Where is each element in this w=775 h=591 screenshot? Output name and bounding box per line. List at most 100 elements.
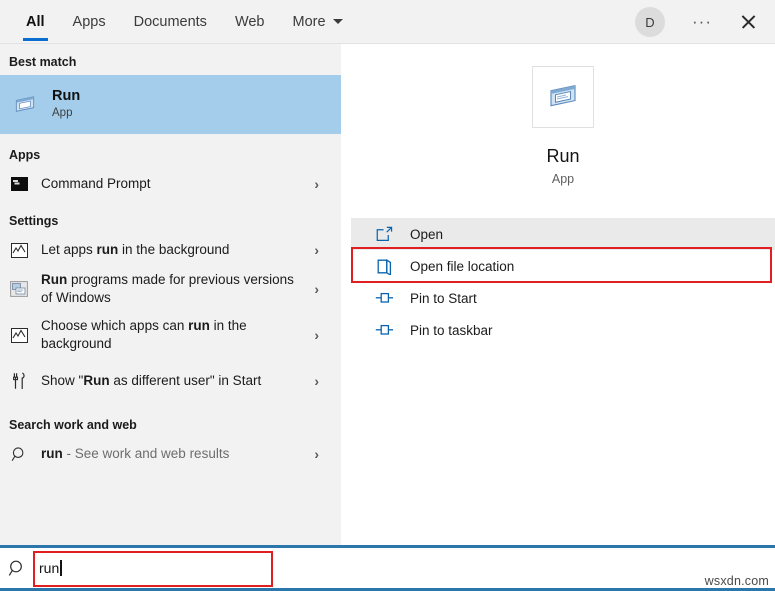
run-app-icon: [532, 66, 594, 128]
results-group-header: Apps: [0, 142, 341, 168]
taskbar-search-field[interactable]: run: [0, 548, 775, 588]
tab-label: Apps: [73, 14, 106, 30]
app-preview-card: Run App: [351, 44, 775, 186]
tab-all[interactable]: All: [12, 0, 59, 44]
background-apps-icon: [11, 328, 28, 343]
tab-web[interactable]: Web: [221, 0, 279, 44]
result-row-icon: [9, 444, 29, 464]
result-row-label-part: programs made for previous versions of W…: [41, 272, 294, 305]
action-label: Open file location: [410, 259, 514, 274]
result-row[interactable]: run - See work and web results ›: [0, 438, 341, 470]
result-row-label-part: in the background: [118, 242, 229, 257]
tab-label: All: [26, 14, 45, 30]
chevron-right-icon[interactable]: ›: [314, 281, 319, 297]
result-row-icon: [9, 371, 29, 391]
result-row-label-part: run: [97, 242, 119, 257]
taskbar-search-bar: run: [0, 545, 775, 591]
result-row-label: Command Prompt: [41, 175, 151, 193]
action-open-file-location[interactable]: Open file location: [351, 250, 775, 282]
filter-tabs: All Apps Documents Web More: [0, 0, 357, 44]
search-icon: [0, 548, 34, 588]
action-pin-to-start[interactable]: Pin to Start: [351, 282, 775, 314]
folder-icon: [377, 258, 392, 275]
overflow-menu-icon[interactable]: ···: [681, 0, 723, 44]
result-row[interactable]: Show "Run as different user" in Start ›: [0, 358, 341, 404]
background-apps-icon: [11, 243, 28, 258]
results-group-header: Best match: [0, 49, 341, 75]
action-label: Open: [410, 227, 443, 242]
result-row-label-part: Run: [83, 373, 109, 388]
result-row[interactable]: Choose which apps can run in the backgro…: [0, 312, 341, 358]
run-app-icon: [12, 92, 38, 118]
tab-more[interactable]: More: [279, 0, 357, 44]
result-row-label-part: run: [41, 446, 63, 461]
result-row-icon: [9, 240, 29, 260]
result-row-label-part: Let apps: [41, 242, 97, 257]
result-row-label-part: Show ": [41, 373, 83, 388]
results-group-header: Search work and web: [0, 412, 341, 438]
action-icon: [374, 320, 394, 340]
result-row-icon: [9, 174, 29, 194]
compatibility-icon: [10, 281, 28, 297]
tab-label: Web: [235, 14, 265, 30]
tab-label: Documents: [134, 14, 207, 30]
best-match-title: Run: [52, 87, 80, 105]
chevron-down-icon: [333, 19, 343, 24]
action-pin-to-taskbar[interactable]: Pin to taskbar: [351, 314, 775, 346]
tab-label: More: [293, 14, 326, 30]
result-row-label-part: as different user" in Start: [110, 373, 262, 388]
app-preview-kind: App: [552, 172, 574, 186]
app-preview-pane: Run App Open Open file location Pin to Sta…: [351, 44, 775, 545]
result-row-label-part: Run: [41, 272, 67, 287]
best-match-text: RunApp: [52, 87, 80, 122]
command-prompt-icon: [11, 177, 28, 191]
app-preview-name: Run: [546, 146, 579, 167]
best-match-icon: [8, 88, 42, 122]
result-row-label: Show "Run as different user" in Start: [41, 372, 261, 390]
result-row-label: Choose which apps can run in the backgro…: [41, 317, 307, 353]
result-row[interactable]: Let apps run in the background ›: [0, 234, 341, 266]
best-match-row-run[interactable]: RunApp: [0, 75, 341, 134]
result-row-label: Run programs made for previous versions …: [41, 271, 307, 307]
pin-icon: [375, 291, 394, 305]
result-row-label: run - See work and web results: [41, 445, 229, 463]
action-icon: [374, 256, 394, 276]
search-results-pane: Best matchRunAppAppsCommand Prompt›Setti…: [0, 44, 341, 545]
watermark: wsxdn.com: [705, 574, 769, 588]
app-actions-list: Open Open file location Pin to Start Pin to…: [351, 218, 775, 346]
best-match-subtitle: App: [52, 105, 80, 122]
result-row[interactable]: Command Prompt ›: [0, 168, 341, 200]
close-icon[interactable]: [725, 0, 771, 44]
result-row-label-part: Choose which apps can: [41, 318, 188, 333]
search-icon: [11, 446, 28, 463]
top-right-controls: D ···: [635, 0, 775, 44]
result-row[interactable]: Run programs made for previous versions …: [0, 266, 341, 312]
search-results-list: Best matchRunAppAppsCommand Prompt›Setti…: [0, 49, 341, 470]
action-label: Pin to taskbar: [410, 323, 493, 338]
pane-gutter: [341, 44, 351, 545]
chevron-right-icon[interactable]: ›: [314, 327, 319, 343]
results-group-header: Settings: [0, 208, 341, 234]
chevron-right-icon[interactable]: ›: [314, 446, 319, 462]
result-row-label-part: Command Prompt: [41, 176, 151, 191]
pin-icon: [375, 323, 394, 337]
avatar[interactable]: D: [635, 7, 665, 37]
windows-search-overlay: All Apps Documents Web More D ··· Best match…: [0, 0, 775, 591]
text-cursor: [60, 560, 61, 576]
tab-apps[interactable]: Apps: [59, 0, 120, 44]
search-input[interactable]: run: [34, 560, 62, 576]
open-external-icon: [376, 226, 393, 242]
search-input-value: run: [39, 560, 59, 576]
chevron-right-icon[interactable]: ›: [314, 242, 319, 258]
action-label: Pin to Start: [410, 291, 477, 306]
tools-icon: [11, 372, 27, 390]
search-filter-tabbar: All Apps Documents Web More D ···: [0, 0, 775, 44]
result-row-icon: [9, 325, 29, 345]
chevron-right-icon[interactable]: ›: [314, 373, 319, 389]
chevron-right-icon[interactable]: ›: [314, 176, 319, 192]
result-row-label: Let apps run in the background: [41, 241, 229, 259]
action-icon: [374, 288, 394, 308]
tab-documents[interactable]: Documents: [120, 0, 221, 44]
action-open[interactable]: Open: [351, 218, 775, 250]
result-row-label-part: run: [188, 318, 210, 333]
